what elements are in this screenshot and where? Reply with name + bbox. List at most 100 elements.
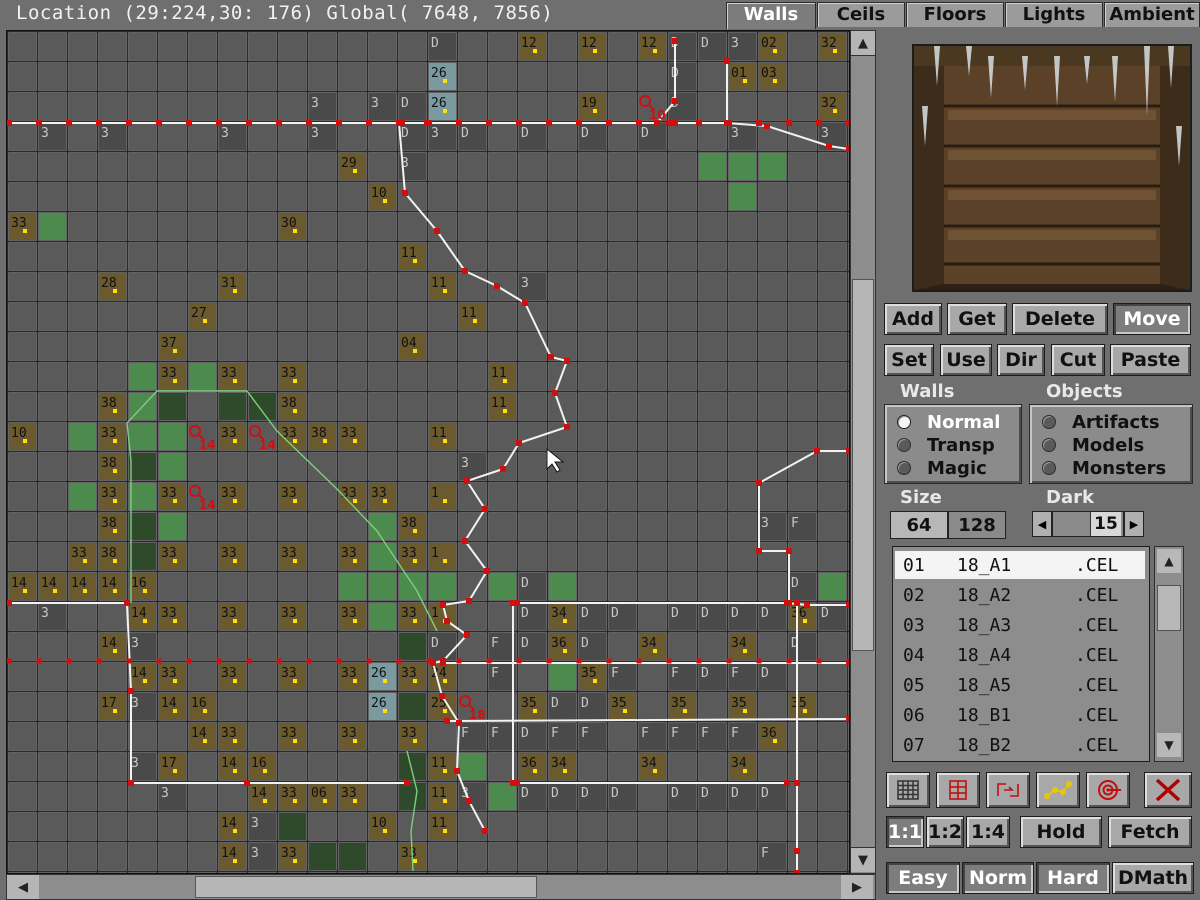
file-list-item[interactable]: 03 18_A3 .CEL xyxy=(895,611,1145,639)
path-icon[interactable] xyxy=(1036,772,1080,808)
horizontal-scroll-thumb[interactable] xyxy=(195,876,537,898)
dir-button[interactable]: Dir xyxy=(997,344,1045,376)
map-horizontal-scrollbar[interactable]: ◀ ▶ xyxy=(6,874,876,900)
dmath-button[interactable]: DMath xyxy=(1112,862,1194,894)
file-extension: .CEL xyxy=(1075,644,1119,666)
cell-label: 17 xyxy=(101,696,117,711)
file-list-item[interactable]: 07 18_B2 .CEL xyxy=(895,731,1145,759)
paste-button[interactable]: Paste xyxy=(1110,344,1191,376)
object-marker xyxy=(83,589,87,593)
radio-magic-label: Magic xyxy=(927,457,987,479)
object-marker xyxy=(443,439,447,443)
radio-artifacts[interactable]: Artifacts xyxy=(1042,411,1160,433)
object-marker xyxy=(353,799,357,803)
cell-label: 33 xyxy=(401,666,417,681)
object-marker xyxy=(413,859,417,863)
radio-normal[interactable]: Normal xyxy=(897,411,1000,433)
use-button[interactable]: Use xyxy=(940,344,992,376)
file-extension: .CEL xyxy=(1075,554,1119,576)
floor-icon[interactable] xyxy=(936,772,980,808)
file-list-item[interactable]: 06 18_B1 .CEL xyxy=(895,701,1145,729)
cell-label: 33 xyxy=(221,726,237,741)
cell-label: 3 xyxy=(101,126,109,141)
tab-floors[interactable]: Floors xyxy=(906,2,1004,27)
object-marker xyxy=(473,319,477,323)
object-marker xyxy=(533,769,537,773)
tab-ceils[interactable]: Ceils xyxy=(817,2,905,27)
object-marker xyxy=(233,739,237,743)
radio-transp[interactable]: Transp xyxy=(897,434,995,456)
mode-tabs: Walls Ceils Floors Lights Ambient xyxy=(720,2,1200,29)
move-button[interactable]: Move xyxy=(1113,303,1191,335)
zoom-1-4-button[interactable]: 1:4 xyxy=(966,816,1010,848)
cell-label: D xyxy=(731,786,739,801)
scroll-down-icon[interactable]: ▼ xyxy=(851,847,875,872)
dark-slider-track[interactable]: 15 xyxy=(1052,511,1124,537)
map-vertical-scrollbar[interactable]: ▲ ▼ xyxy=(850,30,876,874)
cell-label: D xyxy=(671,606,679,621)
cell-label: 1 xyxy=(431,606,439,621)
zoom-1-2-button[interactable]: 1:2 xyxy=(926,816,964,848)
add-button[interactable]: Add xyxy=(884,303,942,335)
tab-lights[interactable]: Lights xyxy=(1005,2,1103,27)
cell-label: D xyxy=(821,606,829,621)
grid-icon[interactable] xyxy=(886,772,930,808)
object-marker xyxy=(233,859,237,863)
get-button[interactable]: Get xyxy=(947,303,1007,335)
map-view[interactable]: D121212DD3023226D010333D2619D323333D3DDD… xyxy=(6,30,850,874)
object-marker xyxy=(353,619,357,623)
list-scroll-up-icon[interactable]: ▲ xyxy=(1157,549,1181,573)
list-scroll-thumb[interactable] xyxy=(1157,585,1181,631)
cell-label: 33 xyxy=(221,486,237,501)
hard-button[interactable]: Hard xyxy=(1036,862,1110,894)
radio-unselected-icon xyxy=(1042,461,1056,475)
object-marker xyxy=(353,499,357,503)
object-marker xyxy=(833,49,837,53)
cell-label: 29 xyxy=(341,156,357,171)
cell-label: 12 xyxy=(521,36,537,51)
cell-label: D xyxy=(701,606,709,621)
cell-label: 26 xyxy=(431,96,447,111)
cell-label: 33 xyxy=(161,606,177,621)
zoom-1-1-button[interactable]: 1:1 xyxy=(886,816,924,848)
set-button[interactable]: Set xyxy=(884,344,934,376)
file-list-item[interactable]: 02 18_A2 .CEL xyxy=(895,581,1145,609)
file-list-scrollbar[interactable]: ▲ ▼ xyxy=(1154,546,1184,762)
radio-magic[interactable]: Magic xyxy=(897,457,987,479)
hold-button[interactable]: Hold xyxy=(1020,816,1102,848)
map-canvas[interactable]: D121212DD3023226D010333D2619D323333D3DDD… xyxy=(7,31,849,873)
link-icon[interactable] xyxy=(986,772,1030,808)
cell-label: 35 xyxy=(581,666,597,681)
easy-button[interactable]: Easy xyxy=(886,862,960,894)
decrease-arrow-icon[interactable]: ◀ xyxy=(1032,511,1052,537)
cell-label: 3 xyxy=(731,126,739,141)
scroll-up-icon[interactable]: ▲ xyxy=(851,31,875,56)
scroll-right-icon[interactable]: ▶ xyxy=(841,875,873,899)
dark-spinner[interactable]: ◀ 15 ▶ xyxy=(1032,511,1144,537)
cut-button[interactable]: Cut xyxy=(1051,344,1105,376)
delete-button[interactable]: Delete xyxy=(1012,303,1108,335)
delete-x-icon[interactable] xyxy=(1144,772,1192,808)
cell-label: 33 xyxy=(221,366,237,381)
tab-walls[interactable]: Walls xyxy=(726,2,816,29)
cell-label: 16 xyxy=(131,576,147,591)
texture-file-list[interactable]: 01 18_A1 .CEL 02 18_A2 .CEL 03 18_A3 .CEL 04 18_A4… xyxy=(892,546,1150,762)
cell-label: 04 xyxy=(401,336,417,351)
norm-button[interactable]: Norm xyxy=(962,862,1034,894)
file-list-item[interactable]: 04 18_A4 .CEL xyxy=(895,641,1145,669)
cell-label: 11 xyxy=(401,246,417,261)
vertical-scroll-thumb[interactable] xyxy=(852,279,874,651)
tab-ambient[interactable]: Ambient xyxy=(1104,2,1200,27)
fetch-button[interactable]: Fetch xyxy=(1108,816,1192,848)
radio-models[interactable]: Models xyxy=(1042,434,1144,456)
scroll-left-icon[interactable]: ◀ xyxy=(7,875,39,899)
list-scroll-down-icon[interactable]: ▼ xyxy=(1157,733,1181,757)
radio-monsters[interactable]: Monsters xyxy=(1042,457,1166,479)
increase-arrow-icon[interactable]: ▶ xyxy=(1124,511,1144,537)
file-list-item[interactable]: 01 18_A1 .CEL xyxy=(895,551,1145,579)
object-marker xyxy=(773,49,777,53)
target-icon[interactable] xyxy=(1086,772,1130,808)
file-list-item[interactable]: 05 18_A5 .CEL xyxy=(895,671,1145,699)
size-128-option[interactable]: 128 xyxy=(948,511,1006,539)
size-64-option[interactable]: 64 xyxy=(890,511,948,539)
